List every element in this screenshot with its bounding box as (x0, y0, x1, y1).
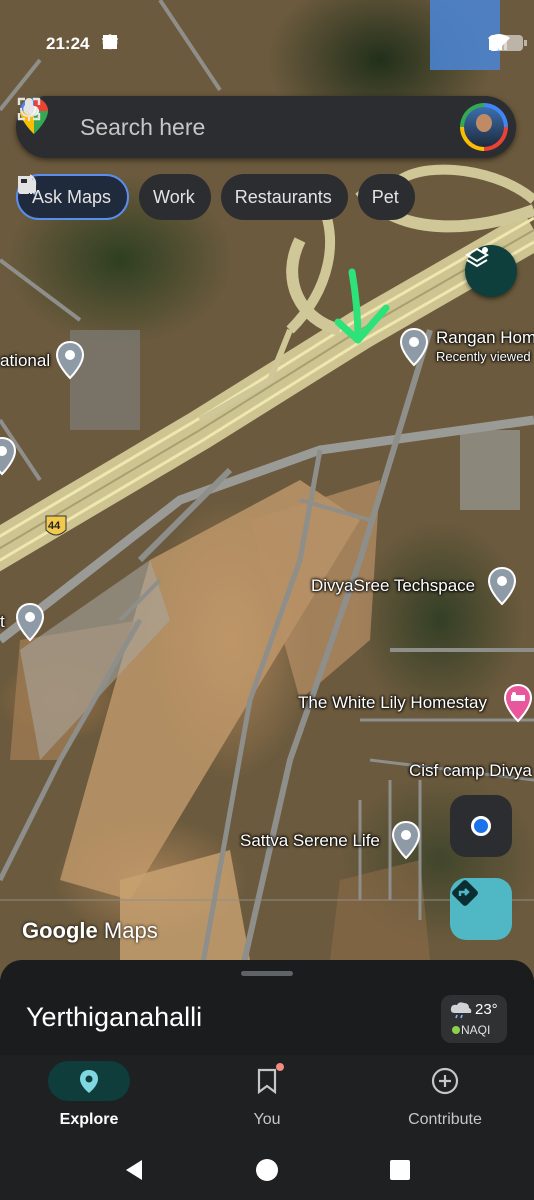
place-label-sattva[interactable]: Sattva Serene Life (240, 831, 380, 851)
place-label-ational[interactable]: ational (0, 351, 50, 371)
status-time: 21:24 (46, 34, 90, 53)
recents-icon[interactable] (389, 1159, 411, 1181)
nav-contribute[interactable]: Contribute (375, 1061, 515, 1129)
explore-pin-icon (80, 1070, 98, 1093)
notification-dot-icon (276, 1063, 284, 1071)
weather-aqi: NAQI (461, 1023, 491, 1037)
nav-you[interactable]: You (197, 1061, 337, 1129)
directions-button[interactable] (450, 878, 512, 940)
place-marker-icon[interactable] (14, 602, 46, 642)
highway-number: 44 (48, 520, 61, 532)
back-icon[interactable] (122, 1158, 146, 1182)
place-marker-icon[interactable] (54, 340, 86, 380)
place-label-cisf-camp[interactable]: Cisf camp Divya (409, 761, 532, 781)
logo-google: Google (22, 918, 98, 943)
layers-button[interactable] (465, 245, 517, 297)
my-location-button[interactable] (450, 795, 512, 857)
sheet-drag-handle[interactable] (241, 971, 293, 976)
map-view[interactable]: 44 21:24 Search here Ask Maps Work Resta… (0, 0, 534, 980)
directions-icon (452, 880, 478, 906)
chip-label: Work (153, 186, 195, 207)
weather-temp: 23° (475, 1001, 498, 1018)
area-name: Yerthiganahalli (26, 1002, 203, 1032)
place-marker-icon[interactable] (398, 327, 430, 367)
nav-label: Contribute (408, 1111, 482, 1128)
add-circle-icon (431, 1067, 459, 1095)
place-marker-icon[interactable] (390, 820, 422, 860)
chip-work[interactable]: Work (18, 174, 211, 220)
bottom-navigation: Explore You Contribute (0, 1055, 534, 1140)
bookmark-icon (257, 1068, 277, 1094)
weather-badge[interactable]: 23° NAQI (441, 995, 507, 1043)
nav-explore[interactable]: Explore (19, 1061, 159, 1129)
home-icon[interactable] (255, 1158, 279, 1182)
place-label-divyasree[interactable]: DivyaSree Techspace (311, 576, 475, 596)
profile-avatar[interactable] (460, 103, 508, 151)
google-lens-icon[interactable] (17, 97, 426, 140)
dot-icon (103, 34, 204, 50)
chip-label: Pet (371, 186, 399, 207)
category-chips: Ask Maps Work Restaurants Pet (16, 174, 415, 220)
stack-icon (102, 34, 190, 50)
place-label-rangan[interactable]: Rangan Hom (436, 328, 534, 348)
notification-square-icon (103, 34, 166, 50)
place-marker-icon[interactable] (486, 566, 518, 606)
chip-restaurants[interactable]: Restaurants (18, 174, 348, 220)
status-bar: 21:24 (0, 0, 534, 90)
logo-maps: Maps (103, 918, 158, 943)
location-dot-icon (471, 816, 491, 836)
place-marker-icon[interactable] (0, 436, 18, 476)
google-maps-logo: Google Maps (22, 918, 158, 944)
search-input[interactable]: Search here (80, 114, 340, 141)
chip-petrol[interactable]: Pet (19, 174, 415, 220)
nav-label: You (253, 1111, 281, 1128)
aqi-indicator-icon (452, 1026, 460, 1034)
search-bar[interactable]: Search here (16, 96, 516, 158)
settings-icon (105, 34, 142, 50)
place-label-white-lily[interactable]: The White Lily Homestay (298, 693, 487, 713)
system-navigation-bar (0, 1140, 534, 1200)
chip-label: Restaurants (234, 186, 332, 207)
place-sublabel-recent: Recently viewed (436, 349, 531, 364)
place-label-t[interactable]: t (0, 612, 5, 632)
gas-station-icon (19, 177, 36, 194)
nav-label: Explore (59, 1111, 119, 1128)
mic-icon[interactable] (20, 98, 366, 140)
chip-label: Ask Maps (32, 186, 112, 207)
layers-icon (465, 247, 489, 268)
cloud-rain-icon (450, 1002, 472, 1019)
hotel-marker-icon[interactable] (502, 683, 534, 723)
